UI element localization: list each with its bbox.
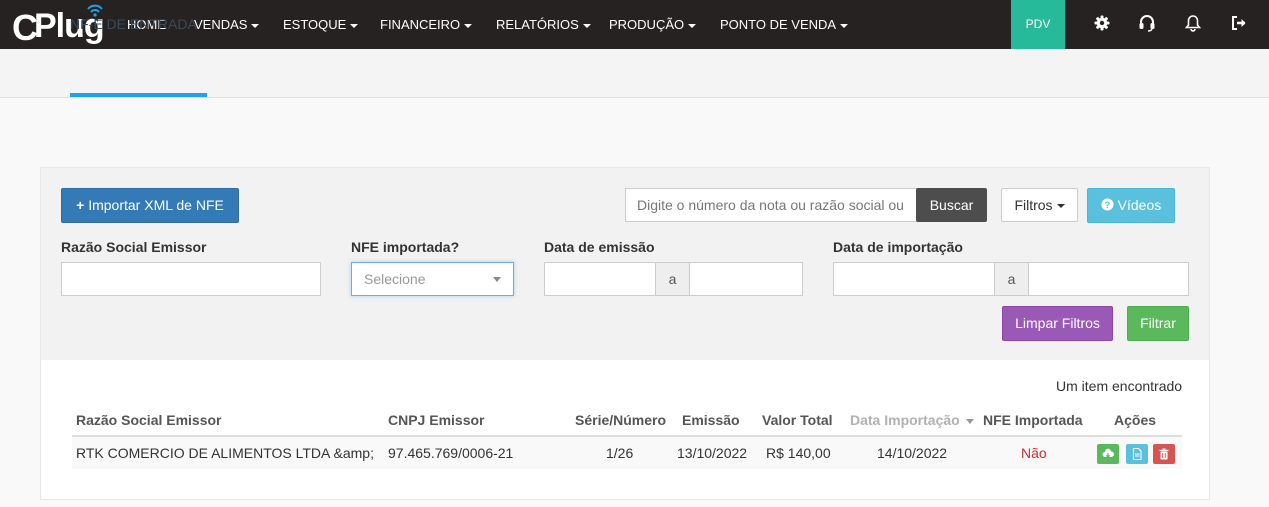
- col-nfe-importada[interactable]: NFE Importada: [983, 412, 1083, 428]
- videos-button[interactable]: ? Vídeos: [1087, 188, 1175, 223]
- nav-relatorios[interactable]: RELATÓRIOS: [496, 0, 591, 49]
- headset-icon[interactable]: [1138, 14, 1158, 34]
- results-count: Um item encontrado: [1056, 378, 1183, 394]
- chevron-down-icon: [350, 23, 359, 28]
- nav-financeiro-label: FINANCEIRO: [380, 17, 461, 32]
- plus-icon: +: [76, 197, 85, 213]
- question-circle-icon: ?: [1101, 198, 1114, 211]
- nfe-importada-label: NFE importada?: [351, 239, 460, 255]
- nfe-importada-placeholder: Selecione: [364, 271, 426, 287]
- data-emissao-separator: a: [655, 262, 690, 296]
- nav-producao[interactable]: PRODUÇÃO: [609, 0, 697, 49]
- import-xml-label: Importar XML de NFE: [88, 197, 224, 213]
- data-emissao-start-input[interactable]: [544, 262, 656, 296]
- cloud-download-icon: [1102, 448, 1114, 459]
- col-data-importacao[interactable]: Data Importação: [850, 412, 974, 428]
- nfe-panel: + Importar XML de NFE Buscar Filtros ? V…: [40, 167, 1210, 500]
- chevron-down-icon: [493, 277, 501, 282]
- data-importacao-end-input[interactable]: [1028, 262, 1189, 296]
- page-tabs-bar: [0, 49, 1269, 98]
- chevron-down-icon: [464, 23, 473, 28]
- cell-emissao: 13/10/2022: [677, 445, 748, 461]
- nav-relatorios-label: RELATÓRIOS: [496, 17, 579, 32]
- videos-label: Vídeos: [1117, 197, 1162, 213]
- cell-razao-social: RTK COMERCIO DE ALIMENTOS LTDA &amp;: [76, 445, 374, 461]
- filters-dropdown-button[interactable]: Filtros: [1001, 188, 1078, 222]
- filters-label: Filtros: [1014, 197, 1053, 213]
- import-action-button[interactable]: [1097, 444, 1119, 464]
- data-importacao-separator: a: [994, 262, 1029, 296]
- col-razao-social[interactable]: Razão Social Emissor: [76, 412, 222, 428]
- col-data-importacao-label: Data Importação: [850, 412, 960, 428]
- active-tab-indicator: [70, 93, 207, 97]
- filter-area: + Importar XML de NFE Buscar Filtros ? V…: [41, 168, 1209, 360]
- col-valor-total[interactable]: Valor Total: [762, 412, 833, 428]
- tab-nfe-entrada[interactable]: NF-E DE ENTRADA: [70, 16, 197, 48]
- bell-icon[interactable]: [1184, 14, 1204, 34]
- cell-nfe-importada: Não: [1021, 445, 1047, 461]
- col-acoes: Ações: [1114, 412, 1157, 428]
- nfe-importada-select[interactable]: Selecione: [351, 262, 514, 296]
- col-emissao[interactable]: Emissão: [682, 412, 740, 428]
- chevron-down-icon: [1056, 204, 1065, 209]
- col-cnpj[interactable]: CNPJ Emissor: [388, 412, 484, 428]
- file-pdf-icon: [1132, 448, 1142, 460]
- data-importacao-label: Data de importação: [833, 239, 963, 255]
- view-pdf-action-button[interactable]: [1126, 444, 1148, 464]
- import-xml-button[interactable]: + Importar XML de NFE: [61, 188, 239, 223]
- svg-text:?: ?: [1104, 200, 1110, 210]
- pdv-button[interactable]: PDV: [1011, 0, 1065, 49]
- cell-serie-numero: 1/26: [606, 445, 634, 461]
- nav-ponto-de-venda-label: PONTO DE VENDA: [720, 17, 837, 32]
- col-serie-numero[interactable]: Série/Número: [575, 412, 666, 428]
- chevron-down-icon: [582, 23, 591, 28]
- nav-vendas[interactable]: VENDAS: [194, 0, 260, 49]
- data-importacao-start-input[interactable]: [833, 262, 995, 296]
- logo-letter: C: [12, 7, 38, 48]
- sort-desc-icon: [965, 418, 974, 424]
- chevron-down-icon: [688, 23, 697, 28]
- delete-action-button[interactable]: [1153, 444, 1175, 464]
- gear-icon[interactable]: [1093, 14, 1113, 34]
- razao-social-input[interactable]: [61, 262, 321, 296]
- chevron-down-icon: [251, 23, 260, 28]
- cell-cnpj: 97.465.769/0006-21: [388, 445, 514, 461]
- nav-ponto-de-venda[interactable]: PONTO DE VENDA: [720, 0, 849, 49]
- data-emissao-label: Data de emissão: [544, 239, 655, 255]
- trash-icon: [1159, 448, 1169, 460]
- nav-estoque-label: ESTOQUE: [283, 17, 347, 32]
- razao-social-label: Razão Social Emissor: [61, 239, 207, 255]
- apply-filter-button[interactable]: Filtrar: [1127, 306, 1189, 341]
- nav-vendas-label: VENDAS: [194, 17, 248, 32]
- search-button[interactable]: Buscar: [916, 188, 987, 222]
- logout-icon[interactable]: [1230, 14, 1250, 34]
- nav-producao-label: PRODUÇÃO: [609, 17, 685, 32]
- clear-filters-button[interactable]: Limpar Filtros: [1002, 306, 1113, 341]
- data-emissao-end-input[interactable]: [689, 262, 803, 296]
- search-input[interactable]: [625, 188, 917, 222]
- nav-estoque[interactable]: ESTOQUE: [283, 0, 359, 49]
- nav-financeiro[interactable]: FINANCEIRO: [380, 0, 473, 49]
- chevron-down-icon: [840, 23, 849, 28]
- cell-data-importacao: 14/10/2022: [877, 445, 948, 461]
- cell-valor-total: R$ 140,00: [766, 445, 831, 461]
